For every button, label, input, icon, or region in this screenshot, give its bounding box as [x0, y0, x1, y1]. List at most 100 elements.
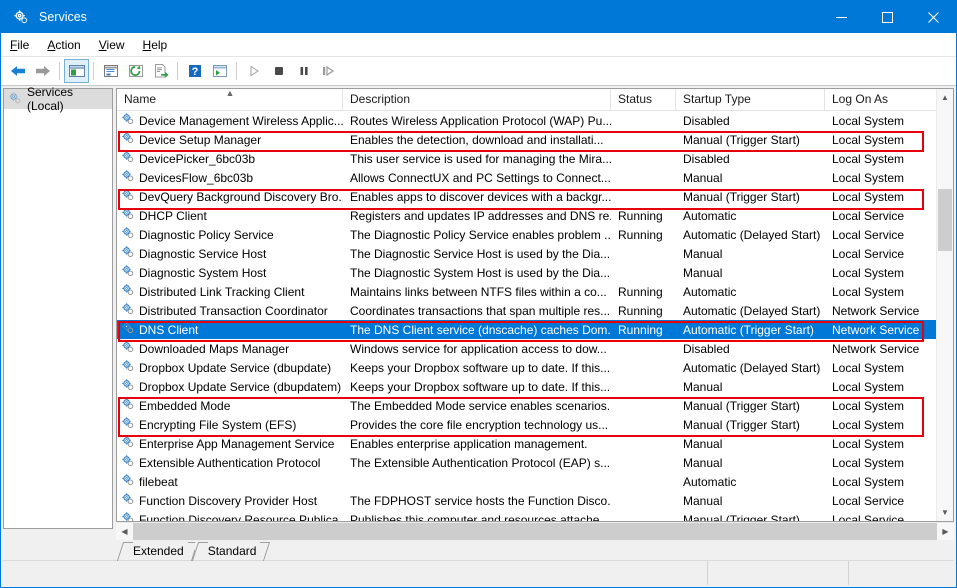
- table-row[interactable]: Encrypting File System (EFS) Provides the…: [117, 415, 953, 434]
- close-button[interactable]: [910, 1, 956, 33]
- table-row[interactable]: DevicePicker_6bc03b This user service is …: [117, 149, 953, 168]
- cell-description: Routes Wireless Application Protocol (WA…: [350, 113, 611, 128]
- menu-action[interactable]: Action: [38, 35, 89, 55]
- table-row[interactable]: Embedded Mode The Embedded Mode service e…: [117, 396, 953, 415]
- vertical-scrollbar[interactable]: ▲ ▼: [936, 89, 953, 521]
- table-row[interactable]: Function Discovery Provider Host The FDPH…: [117, 491, 953, 510]
- list-header: ▲ Name Description Status Startup Type L…: [117, 89, 953, 111]
- vertical-scroll-thumb[interactable]: [938, 189, 952, 251]
- tab-label: Extended: [133, 544, 184, 558]
- cell-description: Maintains links between NTFS files withi…: [350, 284, 607, 299]
- view-tabs: Extended Standard: [116, 540, 954, 561]
- table-row[interactable]: Diagnostic System Host The Diagnostic Sys…: [117, 263, 953, 282]
- service-name-label: Encrypting File System (EFS): [139, 417, 297, 432]
- cell-startup: Manual: [683, 170, 723, 185]
- service-name-label: Dropbox Update Service (dbupdate): [139, 360, 332, 375]
- menu-file[interactable]: File: [1, 35, 38, 55]
- show-hide-console-tree-button[interactable]: [64, 59, 89, 83]
- service-gear-icon: [121, 473, 135, 490]
- show-action-pane-button[interactable]: [207, 59, 232, 83]
- menu-help[interactable]: Help: [134, 35, 177, 55]
- table-row[interactable]: Function Discovery Resource Publica... Pu…: [117, 510, 953, 521]
- tab-extended[interactable]: Extended: [116, 542, 198, 561]
- scroll-right-button[interactable]: ▶: [937, 527, 954, 536]
- column-header-log-on-as[interactable]: Log On As: [825, 89, 923, 110]
- cell-description: The Extensible Authentication Protocol (…: [350, 455, 611, 470]
- cell-logon: Local System: [832, 474, 905, 489]
- cell-name: Diagnostic Policy Service: [117, 226, 343, 243]
- table-row[interactable]: Distributed Link Tracking Client Maintain…: [117, 282, 953, 301]
- column-header-status[interactable]: Status: [611, 89, 676, 110]
- cell-name: Encrypting File System (EFS): [117, 416, 343, 433]
- menu-view[interactable]: View: [90, 35, 134, 55]
- refresh-button[interactable]: [123, 59, 148, 83]
- back-button[interactable]: [5, 59, 30, 83]
- table-row[interactable]: DevQuery Background Discovery Bro... Enab…: [117, 187, 953, 206]
- restart-service-button[interactable]: [316, 59, 341, 83]
- pause-service-button[interactable]: [291, 59, 316, 83]
- tree-item-services-local[interactable]: Services (Local): [4, 85, 112, 113]
- properties-button[interactable]: [98, 59, 123, 83]
- table-row[interactable]: Extensible Authentication Protocol The Ex…: [117, 453, 953, 472]
- table-row[interactable]: Dropbox Update Service (dbupdatem) Keeps …: [117, 377, 953, 396]
- stop-service-button[interactable]: [266, 59, 291, 83]
- table-row[interactable]: Diagnostic Service Host The Diagnostic Se…: [117, 244, 953, 263]
- cell-description: The FDPHOST service hosts the Function D…: [350, 493, 611, 508]
- table-row[interactable]: Distributed Transaction Coordinator Coord…: [117, 301, 953, 320]
- service-gear-icon: [121, 302, 135, 319]
- table-row[interactable]: filebeat Automatic Local System: [117, 472, 953, 491]
- maximize-button[interactable]: [864, 1, 910, 33]
- cell-description: Provides the core file encryption techno…: [350, 417, 609, 432]
- cell-logon: Local System: [832, 170, 905, 185]
- table-row[interactable]: Device Management Wireless Applic... Rout…: [117, 111, 953, 130]
- cell-description: The Embedded Mode service enables scenar…: [350, 398, 611, 413]
- column-header-description[interactable]: Description: [343, 89, 611, 110]
- cell-startup: Manual: [683, 436, 723, 451]
- list-pane: ▲ Name Description Status Startup Type L…: [116, 88, 954, 561]
- cell-name: Device Management Wireless Applic...: [117, 112, 343, 129]
- cell-logon: Local Service: [832, 246, 905, 261]
- cell-name: DevicesFlow_6bc03b: [117, 169, 343, 186]
- cell-logon: Local System: [832, 284, 905, 299]
- sort-ascending-icon: ▲: [225, 89, 235, 98]
- service-gear-icon: [121, 492, 135, 509]
- table-row[interactable]: DNS Client The DNS Client service (dnscac…: [117, 320, 953, 339]
- table-row[interactable]: Enterprise App Management Service Enables…: [117, 434, 953, 453]
- table-row[interactable]: Device Setup Manager Enables the detectio…: [117, 130, 953, 149]
- service-gear-icon: [121, 169, 135, 186]
- help-question-button[interactable]: ?: [182, 59, 207, 83]
- export-list-button[interactable]: [148, 59, 173, 83]
- minimize-button[interactable]: [818, 1, 864, 33]
- service-gear-icon: [121, 112, 135, 129]
- tab-standard[interactable]: Standard: [191, 542, 271, 561]
- table-row[interactable]: DHCP Client Registers and updates IP addr…: [117, 206, 953, 225]
- cell-description: Publishes this computer and resources at…: [350, 512, 610, 522]
- table-row[interactable]: DevicesFlow_6bc03b Allows ConnectUX and P…: [117, 168, 953, 187]
- cell-startup: Manual: [683, 246, 723, 261]
- column-header-startup-type[interactable]: Startup Type: [676, 89, 825, 110]
- cell-startup: Automatic (Delayed Start): [683, 303, 821, 318]
- column-header-name[interactable]: ▲ Name: [117, 89, 343, 110]
- service-gear-icon: [121, 416, 135, 433]
- services-window: Services File Action View Help ? Service…: [0, 0, 957, 588]
- scroll-up-button[interactable]: ▲: [937, 89, 953, 106]
- cell-status: Running: [618, 303, 663, 318]
- service-name-label: DevQuery Background Discovery Bro...: [139, 189, 343, 204]
- cell-logon: Network Service: [832, 303, 920, 318]
- service-gear-icon: [121, 378, 135, 395]
- table-row[interactable]: Downloaded Maps Manager Windows service f…: [117, 339, 953, 358]
- forward-button[interactable]: [30, 59, 55, 83]
- service-gear-icon: [121, 207, 135, 224]
- toolbar-separator: [93, 62, 94, 80]
- horizontal-scroll-thumb[interactable]: [133, 523, 937, 540]
- toolbar-separator: [59, 62, 60, 80]
- scroll-left-button[interactable]: ◀: [116, 527, 133, 536]
- cell-status: Running: [618, 322, 663, 337]
- cell-name: Diagnostic Service Host: [117, 245, 343, 262]
- horizontal-scrollbar[interactable]: ◀ ▶: [116, 522, 954, 540]
- scroll-down-button[interactable]: ▼: [937, 504, 953, 521]
- start-service-button[interactable]: [241, 59, 266, 83]
- table-row[interactable]: Dropbox Update Service (dbupdate) Keeps y…: [117, 358, 953, 377]
- cell-name: Function Discovery Provider Host: [117, 492, 343, 509]
- table-row[interactable]: Diagnostic Policy Service The Diagnostic …: [117, 225, 953, 244]
